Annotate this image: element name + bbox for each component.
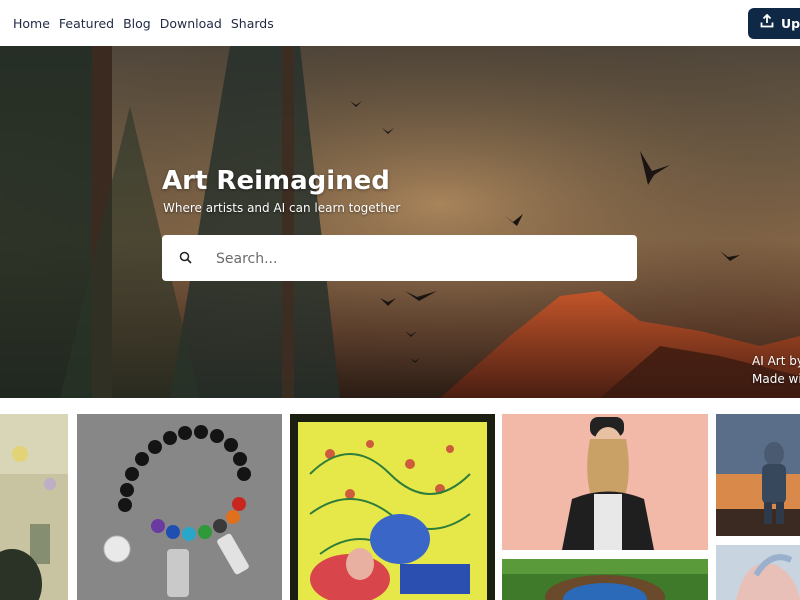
gallery-image bbox=[716, 414, 800, 536]
search-input[interactable] bbox=[214, 245, 618, 273]
gallery-image bbox=[0, 414, 68, 600]
nav-link-featured[interactable]: Featured bbox=[59, 16, 114, 31]
credit-line-2: Made wi bbox=[752, 372, 800, 386]
gallery-tile-creature[interactable] bbox=[716, 545, 800, 600]
gallery-tile-street[interactable] bbox=[0, 414, 68, 600]
nav-link-home[interactable]: Home bbox=[13, 16, 50, 31]
hero-title: Art Reimagined bbox=[162, 166, 390, 196]
nav-link-blog[interactable]: Blog bbox=[123, 16, 151, 31]
gallery-tile-woman[interactable] bbox=[502, 414, 708, 550]
gallery-tile-armored-figure[interactable] bbox=[716, 414, 800, 536]
upload-label: Upl bbox=[781, 16, 800, 31]
top-navigation-bar: Home Featured Blog Download Shards Upl bbox=[0, 0, 800, 46]
hero-background-image bbox=[0, 46, 800, 398]
upload-button[interactable]: Upl bbox=[748, 8, 800, 39]
gallery-tile-eye[interactable] bbox=[502, 559, 708, 600]
gallery-image bbox=[77, 414, 282, 600]
hero-banner: Art Reimagined Where artists and AI can … bbox=[0, 46, 800, 398]
image-credit: AI Art by Made wi bbox=[752, 352, 800, 388]
upload-icon bbox=[760, 13, 774, 33]
search-icon bbox=[179, 251, 192, 269]
gallery-image bbox=[502, 414, 708, 550]
search-bar[interactable] bbox=[162, 235, 637, 281]
gallery-image bbox=[502, 559, 708, 600]
gallery-tile-madhubani[interactable] bbox=[290, 414, 495, 600]
credit-line-1: AI Art by bbox=[752, 354, 800, 368]
nav-link-download[interactable]: Download bbox=[160, 16, 222, 31]
gallery-image bbox=[290, 414, 495, 600]
nav-link-shards[interactable]: Shards bbox=[231, 16, 274, 31]
hero-subtitle: Where artists and AI can learn together bbox=[163, 201, 401, 215]
gallery-tile-bracelet[interactable] bbox=[77, 414, 282, 600]
main-nav: Home Featured Blog Download Shards bbox=[13, 16, 274, 31]
gallery-image bbox=[716, 545, 800, 600]
